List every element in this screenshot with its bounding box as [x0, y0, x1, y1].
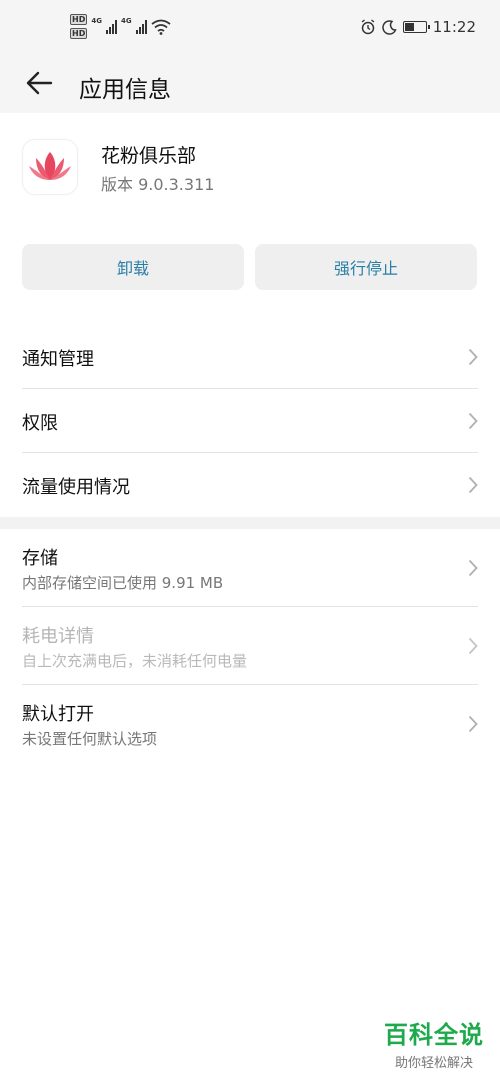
- alarm-icon: [361, 19, 375, 35]
- watermark-subtitle: 助你轻松解决: [394, 1056, 473, 1071]
- list-item-data-usage[interactable]: 流量使用情况: [22, 453, 478, 517]
- list-item-storage[interactable]: 存储 内部存储空间已使用 9.91 MB: [22, 529, 478, 607]
- list-item-label: 流量使用情况: [22, 477, 130, 498]
- app-name: 花粉俱乐部: [101, 145, 197, 167]
- wifi-icon: [151, 19, 171, 35]
- title-bar: 应用信息: [0, 58, 500, 113]
- settings-list-primary: 通知管理 权限 流量使用情况: [0, 325, 500, 517]
- status-left: HD HD 4G 4G: [70, 14, 171, 39]
- network-type-label: 4G: [120, 16, 132, 25]
- page-title: 应用信息: [79, 77, 171, 103]
- watermark: 百科全说 助你轻松解决: [384, 1015, 484, 1071]
- list-item-label: 默认打开: [22, 704, 94, 725]
- signal-icon: [105, 19, 117, 34]
- network-type-label: 4G: [91, 16, 102, 25]
- list-item-permissions[interactable]: 权限: [22, 389, 478, 453]
- section-divider: [0, 517, 500, 529]
- list-item-label: 权限: [22, 413, 58, 434]
- app-header: 花粉俱乐部 版本 9.0.3.311: [0, 113, 500, 243]
- chevron-right-icon: [468, 412, 478, 429]
- settings-list-secondary: 存储 内部存储空间已使用 9.91 MB 耗电详情 自上次充满电后，未消耗任何电…: [0, 529, 500, 763]
- battery-icon: [402, 21, 430, 33]
- chevron-right-icon: [468, 348, 478, 365]
- list-item-label: 通知管理: [22, 349, 94, 370]
- chevron-right-icon: [468, 715, 478, 733]
- chevron-right-icon: [468, 559, 478, 576]
- list-item-open-by-default[interactable]: 默认打开 未设置任何默认选项: [22, 685, 478, 763]
- app-icon: [23, 140, 77, 194]
- back-button[interactable]: [22, 66, 56, 100]
- list-item-label: 耗电详情: [22, 626, 94, 647]
- app-version: 版本 9.0.3.311: [101, 175, 215, 194]
- arrow-left-icon: [26, 71, 53, 95]
- list-item-sublabel: 未设置任何默认选项: [22, 730, 158, 748]
- moon-icon: [382, 19, 397, 35]
- force-stop-button[interactable]: 强行停止: [255, 244, 477, 290]
- clock: 11:22: [432, 18, 476, 36]
- chevron-right-icon: [468, 637, 478, 654]
- chevron-right-icon: [468, 476, 478, 494]
- status-bar: HD HD 4G 4G 11:22: [0, 0, 500, 58]
- list-item-sublabel: 自上次充满电后，未消耗任何电量: [22, 652, 248, 670]
- signal-icon: [135, 19, 147, 34]
- list-item-notifications[interactable]: 通知管理: [22, 325, 478, 389]
- hd-icon: HD: [70, 14, 88, 25]
- list-item-battery-details: 耗电详情 自上次充满电后，未消耗任何电量: [22, 607, 478, 685]
- uninstall-button[interactable]: 卸载: [22, 244, 244, 290]
- lotus-icon: [29, 152, 71, 180]
- list-item-label: 存储: [22, 548, 58, 569]
- list-item-sublabel: 内部存储空间已使用 9.91 MB: [22, 574, 224, 592]
- top-area: HD HD 4G 4G 11:22 应用信息: [0, 0, 500, 113]
- status-right: 11:22: [360, 18, 476, 36]
- hd-icon: HD: [70, 28, 88, 39]
- action-buttons: 卸载 强行停止: [22, 244, 477, 290]
- watermark-title: 百科全说: [384, 1021, 484, 1049]
